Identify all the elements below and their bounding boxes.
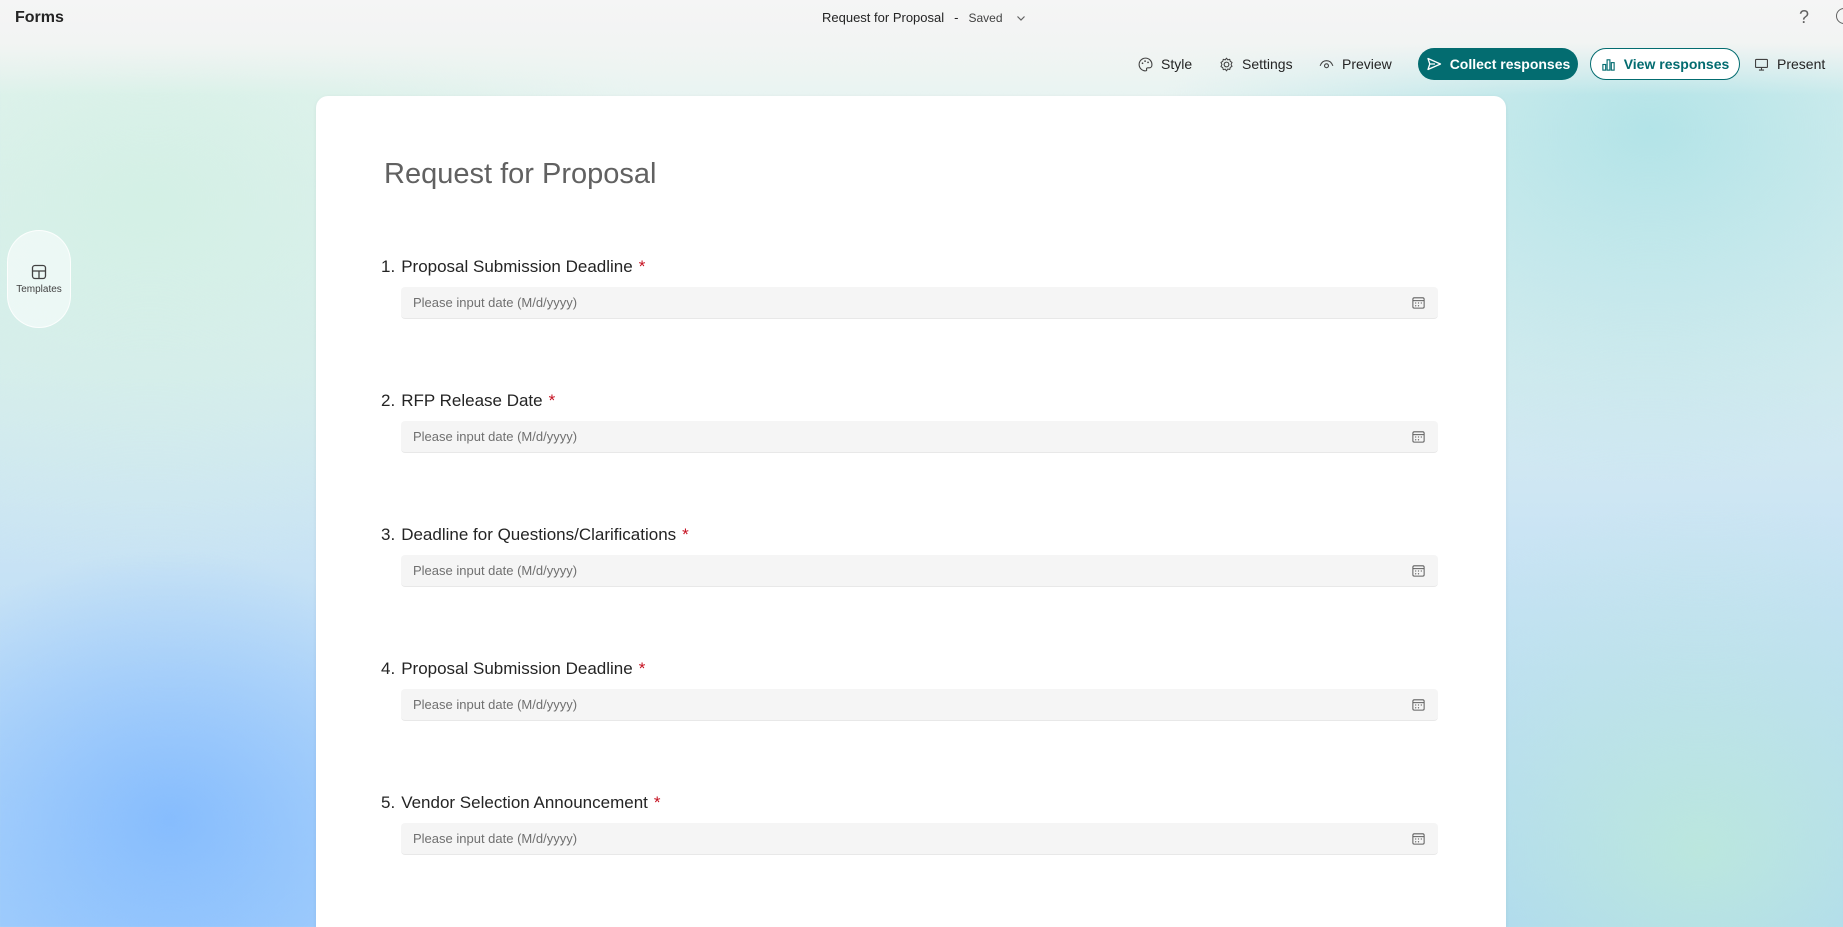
question-number: 4.: [381, 659, 396, 678]
question-label: 3. Deadline for Questions/Clarifications…: [381, 524, 1441, 546]
date-field[interactable]: [401, 555, 1438, 587]
required-asterisk: *: [653, 793, 661, 812]
gear-icon: [1220, 57, 1233, 71]
required-asterisk: *: [638, 257, 646, 276]
account-icon[interactable]: [1836, 8, 1843, 24]
settings-label: Settings: [1242, 56, 1293, 72]
document-title: Request for Proposal: [822, 10, 945, 25]
question-3[interactable]: 3. Deadline for Questions/Clarifications…: [381, 524, 1441, 587]
style-label: Style: [1161, 56, 1193, 72]
palette-icon: [1138, 57, 1153, 71]
question-text: RFP Release Date: [401, 391, 543, 410]
preview-label: Preview: [1342, 56, 1392, 72]
save-status: Saved: [968, 10, 1003, 25]
question-number: 3.: [381, 525, 396, 544]
calendar-icon[interactable]: [1411, 429, 1426, 444]
question-text: Proposal Submission Deadline: [401, 659, 633, 678]
monitor-icon: [1754, 58, 1769, 71]
required-asterisk: *: [548, 391, 556, 410]
templates-icon: [31, 264, 47, 279]
view-responses-button[interactable]: View responses: [1590, 48, 1740, 80]
question-number: 2.: [381, 391, 396, 410]
required-asterisk: *: [638, 659, 646, 678]
templates-button[interactable]: Templates: [7, 230, 71, 328]
help-icon[interactable]: ?: [1799, 7, 1809, 27]
app-title[interactable]: Forms: [15, 9, 64, 27]
present-label: Present: [1777, 56, 1826, 72]
document-title-menu[interactable]: Request for Proposal - Saved: [822, 10, 1027, 25]
date-input[interactable]: [413, 295, 1313, 310]
question-text: Vendor Selection Announcement: [401, 793, 648, 812]
form-title[interactable]: Request for Proposal: [384, 158, 656, 191]
question-label: 5. Vendor Selection Announcement *: [381, 792, 1441, 814]
date-field[interactable]: [401, 689, 1438, 721]
settings-button[interactable]: Settings: [1218, 51, 1293, 77]
calendar-icon[interactable]: [1411, 831, 1426, 846]
chart-icon: [1602, 58, 1615, 71]
date-field[interactable]: [401, 421, 1438, 453]
question-label: 1. Proposal Submission Deadline *: [381, 256, 1441, 278]
calendar-icon[interactable]: [1411, 295, 1426, 310]
calendar-icon[interactable]: [1411, 563, 1426, 578]
question-2[interactable]: 2. RFP Release Date *: [381, 390, 1441, 453]
top-bar: Forms Request for Proposal - Saved ? Sty…: [0, 0, 1843, 95]
question-number: 1.: [381, 257, 396, 276]
date-field[interactable]: [401, 287, 1438, 319]
calendar-icon[interactable]: [1411, 697, 1426, 712]
collect-responses-button[interactable]: Collect responses: [1418, 48, 1578, 80]
view-responses-label: View responses: [1623, 56, 1730, 72]
date-input[interactable]: [413, 429, 1313, 444]
present-button[interactable]: Present: [1753, 51, 1825, 77]
preview-button[interactable]: Preview: [1318, 51, 1392, 77]
date-input[interactable]: [413, 831, 1313, 846]
eye-icon: [1319, 59, 1334, 68]
collect-responses-label: Collect responses: [1449, 56, 1571, 72]
question-1[interactable]: 1. Proposal Submission Deadline *: [381, 256, 1441, 319]
date-input[interactable]: [413, 697, 1313, 712]
title-separator: -: [954, 10, 959, 25]
required-asterisk: *: [682, 525, 689, 544]
form-card: Request for Proposal 1. Proposal Submiss…: [316, 96, 1506, 927]
date-field[interactable]: [401, 823, 1438, 855]
question-5[interactable]: 5. Vendor Selection Announcement *: [381, 792, 1441, 855]
chevron-down-icon: [1016, 15, 1025, 21]
question-text: Proposal Submission Deadline: [401, 257, 633, 276]
style-button[interactable]: Style: [1137, 51, 1192, 77]
send-icon: [1427, 57, 1441, 71]
templates-label: Templates: [16, 283, 62, 295]
date-input[interactable]: [413, 563, 1313, 578]
question-4[interactable]: 4. Proposal Submission Deadline *: [381, 658, 1441, 721]
question-label: 2. RFP Release Date *: [381, 390, 1441, 412]
question-label: 4. Proposal Submission Deadline *: [381, 658, 1441, 680]
question-number: 5.: [381, 793, 396, 812]
question-text: Deadline for Questions/Clarifications: [401, 525, 677, 544]
